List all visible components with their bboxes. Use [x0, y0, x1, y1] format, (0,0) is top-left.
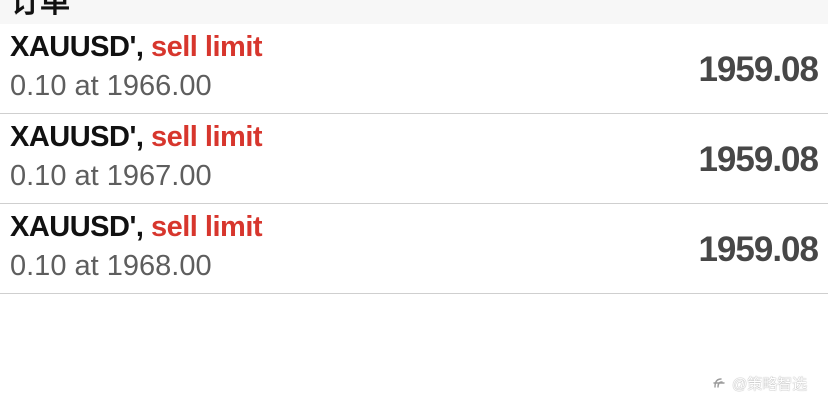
section-title: 订单: [10, 0, 70, 19]
order-details: 0.10 at 1966.00: [10, 70, 212, 102]
order-details: 0.10 at 1967.00: [10, 160, 212, 192]
order-row[interactable]: XAUUSD', sell limit 0.10 at 1967.00 1959…: [0, 114, 828, 204]
order-separator: ,: [135, 121, 144, 153]
order-symbol: XAUUSD': [10, 211, 136, 243]
order-current-price: 1959.08: [698, 140, 819, 179]
order-symbol: XAUUSD': [10, 121, 136, 153]
order-title: XAUUSD', sell limit: [10, 210, 263, 244]
order-type: sell limit: [150, 121, 263, 153]
order-title: XAUUSD', sell limit: [10, 30, 263, 64]
order-separator: ,: [135, 211, 144, 243]
platform-logo-icon: [713, 378, 725, 388]
order-current-price: 1959.08: [698, 50, 819, 89]
order-row[interactable]: XAUUSD', sell limit 0.10 at 1966.00 1959…: [0, 24, 828, 114]
order-current-price: 1959.08: [698, 230, 819, 269]
order-type: sell limit: [150, 211, 263, 243]
section-header: 订单: [0, 0, 828, 24]
order-symbol: XAUUSD': [10, 31, 136, 63]
order-separator: ,: [135, 31, 144, 63]
order-row[interactable]: XAUUSD', sell limit 0.10 at 1968.00 1959…: [0, 204, 828, 294]
orders-list: XAUUSD', sell limit 0.10 at 1966.00 1959…: [0, 24, 828, 294]
watermark-text: @策略智选: [732, 375, 808, 393]
order-type: sell limit: [150, 31, 263, 63]
order-title: XAUUSD', sell limit: [10, 120, 263, 154]
watermark: @策略智选: [712, 372, 807, 394]
order-details: 0.10 at 1968.00: [10, 250, 212, 282]
